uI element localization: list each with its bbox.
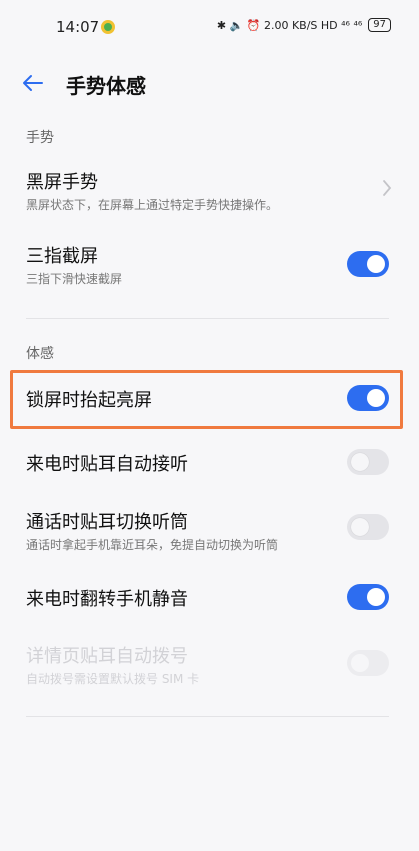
switch-earpiece-toggle[interactable] — [347, 514, 389, 540]
setting-auto-dial: 详情页贴耳自动拨号 自动拨号需设置默认拨号 SIM 卡 — [0, 638, 419, 698]
setting-black-screen-gesture[interactable]: 黑屏手势 黑屏状态下，在屏幕上通过特定手势快捷操作。 — [0, 160, 419, 220]
setting-subtitle: 通话时拿起手机靠近耳朵，免提自动切换为听筒 — [26, 538, 279, 552]
section-label-motion: 体感 — [26, 346, 54, 362]
flip-to-mute-toggle[interactable] — [347, 584, 389, 610]
setting-subtitle: 自动拨号需设置默认拨号 SIM 卡 — [26, 672, 200, 686]
setting-three-finger-screenshot: 三指截屏 三指下滑快速截屏 — [0, 234, 419, 294]
setting-subtitle: 黑屏状态下，在屏幕上通过特定手势快捷操作。 — [26, 198, 279, 212]
setting-title: 通话时贴耳切换听筒 — [26, 512, 188, 533]
setting-auto-answer: 来电时贴耳自动接听 — [0, 444, 419, 484]
chevron-right-icon — [383, 180, 392, 196]
status-indicators: ✱ 🔈 ⏰ 2.00 KB/S HD ⁴⁶ ⁴⁶ — [216, 18, 363, 32]
setting-switch-earpiece: 通话时贴耳切换听筒 通话时拿起手机靠近耳朵，免提自动切换为听筒 — [0, 504, 419, 564]
status-icons: ✱ 🔈 ⏰ 2.00 KB/S HD ⁴⁶ ⁴⁶ 97 — [217, 18, 391, 32]
setting-title: 黑屏手势 — [26, 172, 98, 193]
setting-flip-to-mute: 来电时翻转手机静音 — [0, 580, 419, 620]
auto-dial-toggle — [347, 650, 389, 676]
status-time: 14:07 — [56, 18, 100, 36]
setting-subtitle: 三指下滑快速截屏 — [26, 272, 123, 286]
auto-answer-toggle[interactable] — [347, 449, 389, 475]
three-finger-screenshot-toggle[interactable] — [347, 251, 389, 277]
section-label-gesture: 手势 — [26, 130, 54, 146]
back-arrow-icon[interactable] — [20, 70, 46, 96]
status-bar: 14:07 ✱ 🔈 ⏰ 2.00 KB/S HD ⁴⁶ ⁴⁶ 97 — [0, 0, 419, 56]
section-divider — [26, 716, 389, 717]
setting-title: 来电时翻转手机静音 — [26, 589, 188, 610]
app-notification-icon — [101, 20, 115, 34]
section-divider — [26, 318, 389, 319]
page-title: 手势体感 — [66, 74, 146, 98]
setting-title: 来电时贴耳自动接听 — [26, 454, 188, 475]
battery-icon: 97 — [368, 18, 391, 32]
setting-title: 详情页贴耳自动拨号 — [26, 646, 188, 667]
app-header: 手势体感 — [0, 60, 419, 106]
highlight-frame — [10, 370, 403, 429]
setting-title: 三指截屏 — [26, 246, 98, 267]
